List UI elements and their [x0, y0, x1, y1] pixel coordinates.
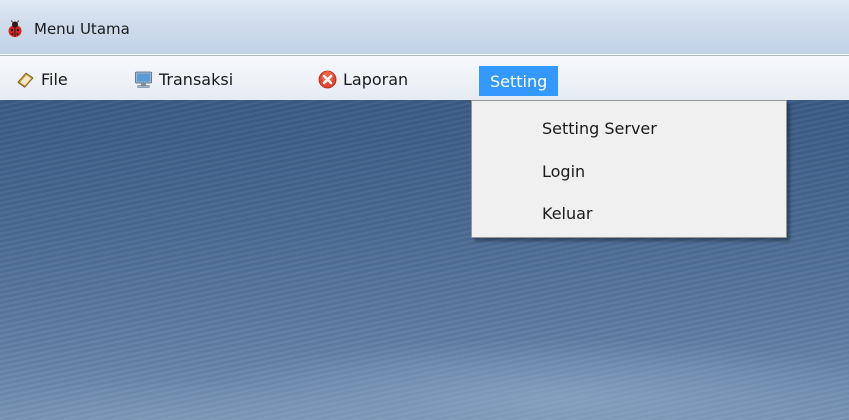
menu-bar: File Transaksi Laporan Setting — [0, 55, 849, 100]
title-bar: Menu Utama — [0, 0, 849, 54]
menu-transaksi-label: Transaksi — [159, 69, 234, 89]
menu-transaksi[interactable]: Transaksi — [134, 66, 233, 92]
menu-laporan[interactable]: Laporan — [318, 66, 408, 92]
ladybug-icon — [8, 20, 22, 37]
book-icon — [17, 71, 34, 88]
red-x-circle-icon — [318, 70, 337, 88]
menu-setting[interactable]: Setting — [479, 66, 559, 96]
main-window: Menu Utama File Transaksi Laporan Settin… — [0, 0, 849, 420]
menu-item-login[interactable]: Login — [542, 162, 585, 182]
window-title: Menu Utama — [34, 20, 130, 38]
menu-file[interactable]: File — [16, 66, 68, 92]
monitor-icon — [135, 71, 152, 88]
menu-item-keluar[interactable]: Keluar — [542, 204, 593, 224]
menu-setting-label: Setting — [490, 71, 548, 91]
menu-laporan-label: Laporan — [343, 69, 409, 89]
menu-file-label: File — [41, 69, 68, 89]
menu-item-setting-server[interactable]: Setting Server — [542, 119, 657, 139]
setting-dropdown-menu: Setting Server Login Keluar — [471, 100, 787, 238]
